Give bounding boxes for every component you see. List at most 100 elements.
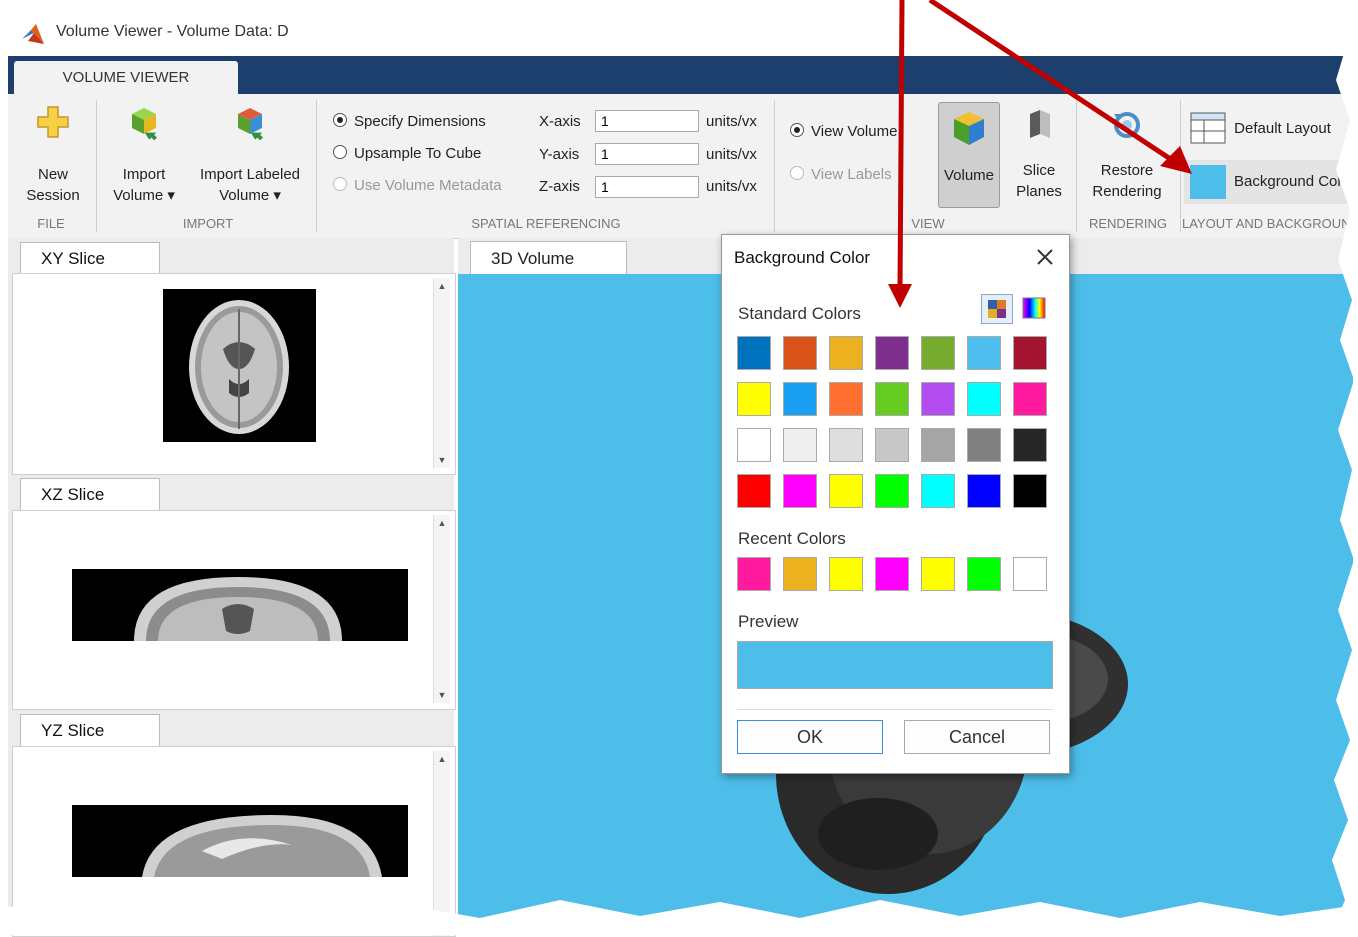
standard-color-swatch[interactable] xyxy=(967,474,1001,508)
tab-xz-slice[interactable]: XZ Slice xyxy=(20,478,160,510)
tab-yz-slice[interactable]: YZ Slice xyxy=(20,714,160,746)
preview-label: Preview xyxy=(738,612,799,631)
group-separator xyxy=(774,100,775,232)
swatch-palette-icon[interactable] xyxy=(981,294,1013,324)
z-units-label: units/vx xyxy=(706,178,757,195)
group-label-file: FILE xyxy=(37,216,65,231)
recent-color-swatch[interactable] xyxy=(1013,557,1047,591)
recent-color-swatch[interactable] xyxy=(783,557,817,591)
new-session-button[interactable]: New Session xyxy=(14,104,92,206)
radio-selected-icon xyxy=(333,113,347,127)
standard-color-swatch[interactable] xyxy=(875,382,909,416)
tab-3d-volume[interactable]: 3D Volume xyxy=(470,241,627,274)
standard-color-swatch[interactable] xyxy=(875,428,909,462)
standard-color-swatch[interactable] xyxy=(967,336,1001,370)
xy-slice-panel: ▲ ▼ xyxy=(12,273,456,475)
xy-slice-scrollbar[interactable]: ▲ ▼ xyxy=(433,278,450,468)
scroll-down-icon[interactable]: ▼ xyxy=(434,687,450,703)
background-color-dialog: Background Color Standard Colors Recent … xyxy=(721,234,1070,774)
recent-color-swatch[interactable] xyxy=(921,557,955,591)
restore-rendering-button[interactable]: Restore Rendering xyxy=(1082,108,1172,202)
view-labels-radio[interactable]: View Labels xyxy=(790,164,892,186)
import-labeled-volume-button[interactable]: Import Labeled Volume ▾ xyxy=(190,104,310,206)
yz-slice-scrollbar[interactable]: ▲ xyxy=(433,751,450,936)
standard-color-swatch[interactable] xyxy=(829,336,863,370)
standard-color-swatch[interactable] xyxy=(829,382,863,416)
scroll-down-icon[interactable]: ▼ xyxy=(434,452,450,468)
standard-color-swatch[interactable] xyxy=(737,336,771,370)
standard-color-swatch[interactable] xyxy=(737,382,771,416)
tab-volume-viewer[interactable]: VOLUME VIEWER xyxy=(14,61,238,95)
custom-color-icon[interactable] xyxy=(1019,294,1051,324)
y-axis-input[interactable] xyxy=(595,143,699,165)
group-label-view: VIEW xyxy=(911,216,945,231)
scroll-up-icon[interactable]: ▲ xyxy=(434,278,450,294)
recent-color-swatch[interactable] xyxy=(737,557,771,591)
volume-view-button[interactable]: Volume xyxy=(938,102,1000,208)
standard-color-swatch[interactable] xyxy=(875,474,909,508)
recent-color-swatch[interactable] xyxy=(829,557,863,591)
x-axis-label: X-axis xyxy=(539,113,581,130)
standard-color-swatch[interactable] xyxy=(783,382,817,416)
radio-icon xyxy=(790,166,804,180)
dialog-title: Background Color xyxy=(734,248,871,267)
yz-slice-panel: ▲ xyxy=(12,746,456,937)
preview-swatch xyxy=(737,641,1053,689)
recent-color-swatch[interactable] xyxy=(967,557,1001,591)
standard-color-swatch[interactable] xyxy=(783,428,817,462)
background-color-swatch xyxy=(1190,165,1226,199)
standard-color-swatch[interactable] xyxy=(967,382,1001,416)
xz-slice-scrollbar[interactable]: ▲ ▼ xyxy=(433,515,450,703)
standard-color-swatch[interactable] xyxy=(829,428,863,462)
y-axis-label: Y-axis xyxy=(539,146,580,163)
group-label-layout-background: LAYOUT AND BACKGROUND xyxy=(1182,216,1358,231)
standard-color-swatch[interactable] xyxy=(1013,382,1047,416)
import-volume-button[interactable]: Import Volume ▾ xyxy=(102,104,186,206)
x-units-label: units/vx xyxy=(706,113,757,130)
group-separator xyxy=(1180,100,1181,232)
standard-colors-grid xyxy=(737,336,1057,516)
xz-slice-image xyxy=(72,569,408,641)
radio-icon xyxy=(333,177,347,191)
group-separator xyxy=(96,100,97,232)
tab-xy-slice[interactable]: XY Slice xyxy=(20,242,160,274)
slice-planes-icon xyxy=(1030,110,1050,138)
ribbon: New Session FILE Import Volume ▾ Import … xyxy=(8,94,1358,239)
scroll-up-icon[interactable]: ▲ xyxy=(434,751,450,767)
background-color-button[interactable]: Background Color xyxy=(1184,160,1358,204)
standard-color-swatch[interactable] xyxy=(921,474,955,508)
standard-color-swatch[interactable] xyxy=(737,474,771,508)
standard-color-swatch[interactable] xyxy=(737,428,771,462)
window-titlebar: Volume Viewer - Volume Data: D xyxy=(8,12,1353,56)
view-volume-radio[interactable]: View Volume xyxy=(790,121,897,143)
slice-panels: XY Slice ▲ ▼ XZ Slice ▲ ▼ YZ Slice ▲ xyxy=(8,238,456,937)
standard-color-swatch[interactable] xyxy=(921,382,955,416)
x-axis-input[interactable] xyxy=(595,110,699,132)
standard-color-swatch[interactable] xyxy=(1013,474,1047,508)
standard-color-swatch[interactable] xyxy=(921,428,955,462)
group-separator xyxy=(316,100,317,232)
group-label-rendering: RENDERING xyxy=(1088,216,1167,231)
use-volume-metadata-radio[interactable]: Use Volume Metadata xyxy=(333,175,502,197)
standard-color-swatch[interactable] xyxy=(875,336,909,370)
import-volume-icon xyxy=(132,108,157,141)
scroll-up-icon[interactable]: ▲ xyxy=(434,515,450,531)
group-label-spatial-referencing: SPATIAL REFERENCING xyxy=(471,216,621,231)
standard-color-swatch[interactable] xyxy=(1013,428,1047,462)
default-layout-button[interactable]: Default Layout xyxy=(1190,112,1358,146)
matlab-logo-icon xyxy=(22,24,44,44)
standard-color-swatch[interactable] xyxy=(921,336,955,370)
standard-color-swatch[interactable] xyxy=(967,428,1001,462)
z-axis-input[interactable] xyxy=(595,176,699,198)
standard-color-swatch[interactable] xyxy=(783,336,817,370)
ok-button[interactable]: OK xyxy=(737,720,883,754)
specify-dimensions-radio[interactable]: Specify Dimensions xyxy=(333,111,486,133)
standard-color-swatch[interactable] xyxy=(1013,336,1047,370)
standard-color-swatch[interactable] xyxy=(783,474,817,508)
slice-planes-button[interactable]: Slice Planes xyxy=(1008,108,1070,202)
upsample-to-cube-radio[interactable]: Upsample To Cube xyxy=(333,143,481,165)
close-icon[interactable] xyxy=(1036,248,1054,266)
recent-color-swatch[interactable] xyxy=(875,557,909,591)
cancel-button[interactable]: Cancel xyxy=(904,720,1050,754)
standard-color-swatch[interactable] xyxy=(829,474,863,508)
